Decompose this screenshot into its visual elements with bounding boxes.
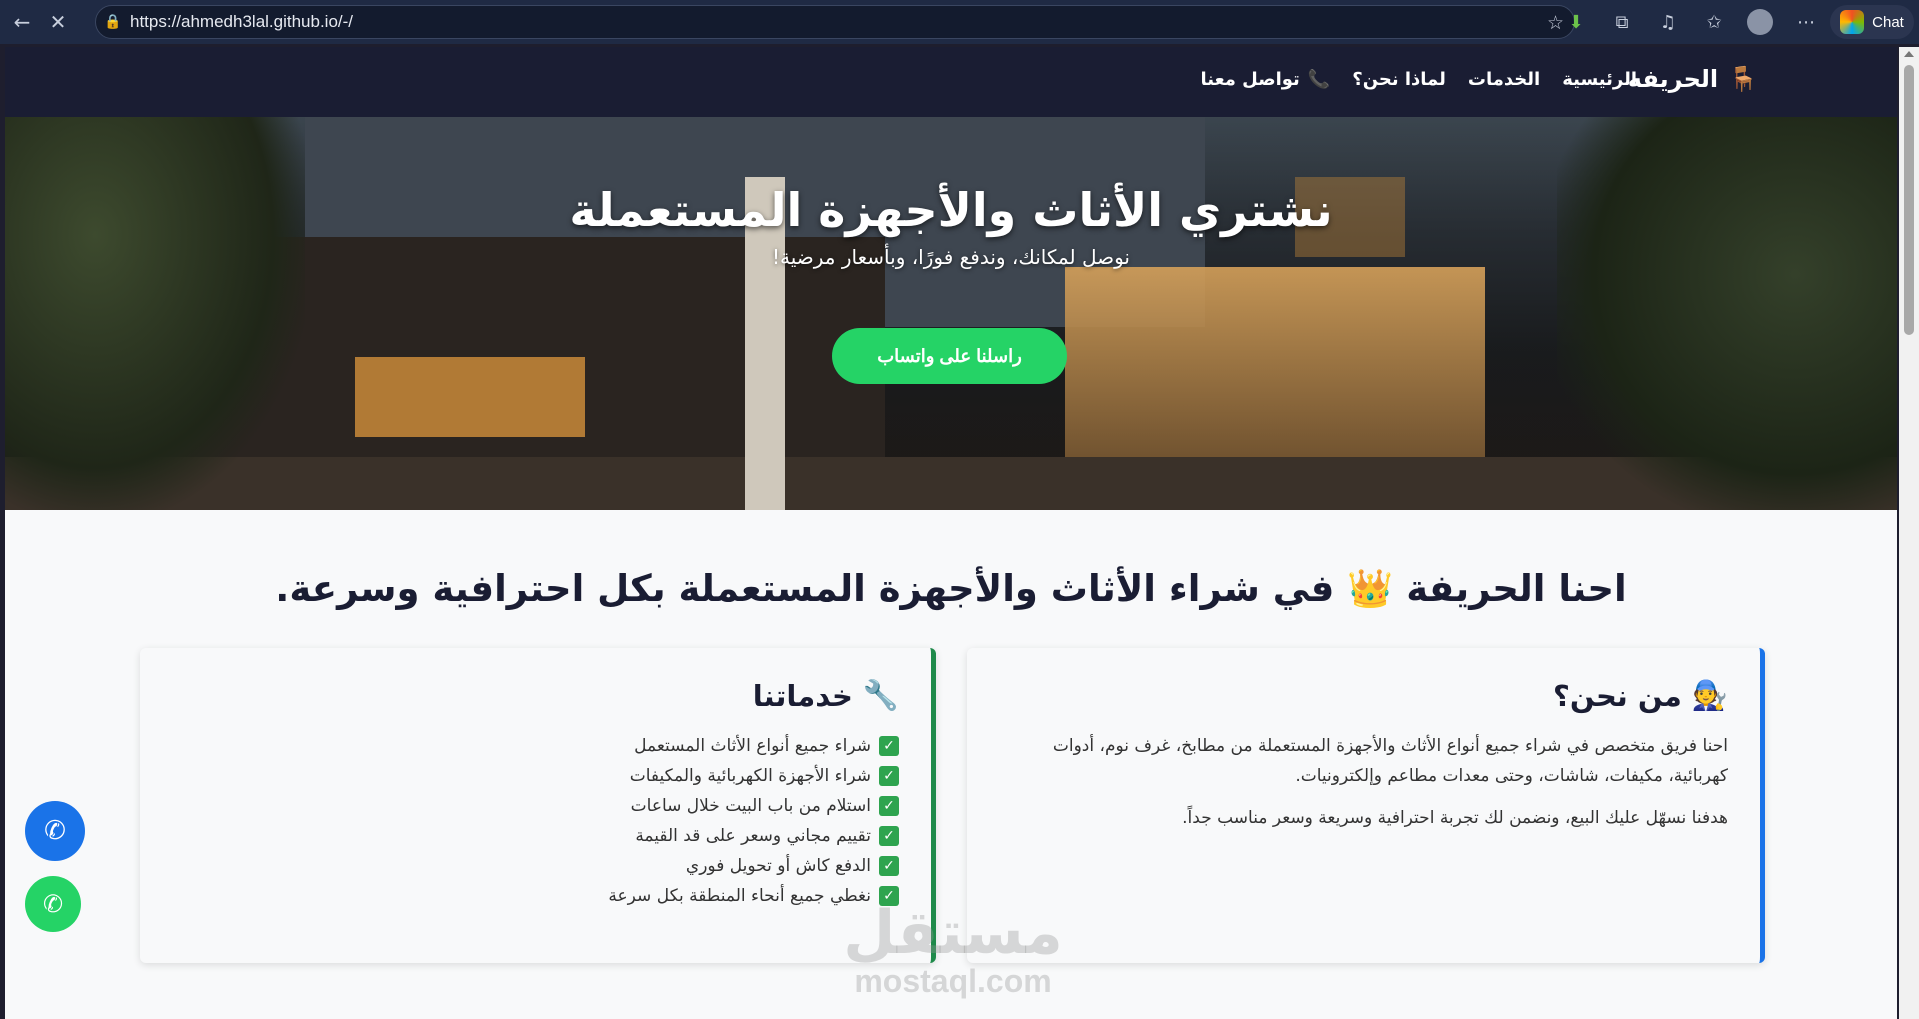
extensions-icon[interactable]: ⧉ [1599, 7, 1645, 37]
watermark-english: mostaql.com [854, 963, 1052, 999]
more-icon[interactable]: ⋯ [1783, 7, 1829, 37]
chair-icon: 🪑 [1728, 65, 1758, 93]
watermark: مستقل mostaql.com [843, 903, 1063, 999]
brand-name: الحريفه [1627, 65, 1719, 93]
about-paragraph: احنا فريق متخصص في شراء جميع أنواع الأثا… [1052, 736, 1728, 786]
about-heading: 🧑‍🔧 من نحن؟ [999, 678, 1728, 713]
services-card: 🔧 خدماتنا ✓ شراء جميع أنواع الأثاث المستع… [140, 648, 936, 963]
wrench-icon: 🔧 [862, 678, 899, 712]
floating-call-button[interactable]: ✆ [25, 801, 85, 861]
nav-menu: الرئيسية الخدمات لماذا نحن؟ 📞 تواصل معنا [1200, 69, 1637, 90]
address-url[interactable]: https://ahmedh3lal.github.io/-/ [130, 12, 353, 32]
scrollbar-thumb[interactable] [1904, 65, 1914, 335]
list-item: ✓ نغطي جميع أنحاء المنطقة بكل سرعة [172, 881, 899, 911]
hero-background-tree [5, 117, 305, 510]
nav-link-why-us[interactable]: لماذا نحن؟ [1352, 69, 1446, 90]
check-icon: ✓ [879, 826, 899, 846]
phone-icon: ✆ [44, 816, 66, 846]
check-icon: ✓ [879, 766, 899, 786]
intro-headline: احنا الحريفة 👑 في شراء الأثاث والأجهزة ا… [275, 567, 1627, 610]
hero-subtitle: نوصل لمكانك، وندفع فورًا، وبأسعار مرضية! [772, 245, 1130, 269]
page-viewport: 🪑 الحريفه الرئيسية الخدمات لماذا نحن؟ 📞 … [5, 47, 1897, 1019]
hero-background-tree [1557, 117, 1897, 510]
list-item: ✓ الدفع كاش أو تحويل فوري [172, 851, 899, 881]
services-title: خدماتنا [752, 678, 853, 713]
floating-whatsapp-button[interactable]: ✆ [25, 876, 81, 932]
services-list: ✓ شراء جميع أنواع الأثاث المستعمل ✓ شراء ا… [172, 731, 899, 911]
nav-link-home[interactable]: الرئيسية [1562, 69, 1637, 90]
stop-icon[interactable]: ✕ [44, 8, 72, 36]
hero-background-glass [1065, 267, 1485, 457]
watermark-arabic: مستقل [843, 898, 1063, 968]
phone-icon: 📞 [1307, 69, 1331, 90]
check-icon: ✓ [879, 856, 899, 876]
page-scrollbar[interactable] [1899, 47, 1919, 1019]
copilot-icon [1840, 10, 1865, 34]
profile-icon[interactable] [1737, 7, 1783, 37]
browser-toolbar: ← ✕ 🔒 https://ahmedh3lal.github.io/-/ ☆ … [0, 0, 1919, 44]
about-title: من نحن؟ [1553, 678, 1682, 713]
back-icon[interactable]: ← [8, 8, 36, 36]
lock-icon[interactable]: 🔒 [96, 5, 130, 39]
hero-background-window [355, 357, 585, 437]
nav-link-services[interactable]: الخدمات [1468, 69, 1540, 90]
about-card: 🧑‍🔧 من نحن؟ احنا فريق متخصص في شراء جميع… [967, 648, 1765, 963]
hero-title: نشتري الأثاث والأجهزة المستعملة [569, 183, 1333, 237]
scroll-up-icon[interactable] [1904, 51, 1914, 57]
address-bar[interactable]: 🔒 https://ahmedh3lal.github.io/-/ ☆ [95, 5, 1575, 39]
hero-section: نشتري الأثاث والأجهزة المستعملة نوصل لمك… [5, 117, 1897, 510]
nav-link-contact[interactable]: 📞 تواصل معنا [1200, 69, 1330, 90]
media-icon[interactable]: ♫ [1645, 7, 1691, 37]
list-item: ✓ شراء الأجهزة الكهربائية والمكيفات [172, 761, 899, 791]
avatar [1747, 9, 1773, 35]
services-heading: 🔧 خدماتنا [172, 678, 899, 713]
whatsapp-icon: ✆ [42, 890, 64, 918]
chat-button[interactable]: Chat [1830, 5, 1914, 39]
download-icon[interactable]: ⬇ [1553, 7, 1599, 37]
site-navbar: 🪑 الحريفه الرئيسية الخدمات لماذا نحن؟ 📞 … [5, 47, 1897, 117]
browser-actions: ⬇ ⧉ ♫ ✩ ⋯ [1553, 7, 1829, 37]
chat-label: Chat [1872, 13, 1904, 31]
about-paragraph: هدفنا نسهّل عليك البيع، ونضمن لك تجربة ا… [1182, 808, 1728, 828]
check-icon: ✓ [879, 736, 899, 756]
worker-icon: 🧑‍🔧 [1691, 678, 1728, 712]
list-item: ✓ تقييم مجاني وسعر على قد القيمة [172, 821, 899, 851]
check-icon: ✓ [879, 796, 899, 816]
favorites-icon[interactable]: ✩ [1691, 7, 1737, 37]
whatsapp-cta-button[interactable]: راسلنا على واتساب [832, 328, 1067, 384]
nav-link-contact-label: تواصل معنا [1200, 69, 1300, 90]
list-item: ✓ استلام من باب البيت خلال ساعات [172, 791, 899, 821]
list-item: ✓ شراء جميع أنواع الأثاث المستعمل [172, 731, 899, 761]
brand-logo[interactable]: 🪑 الحريفه [1628, 65, 1758, 93]
